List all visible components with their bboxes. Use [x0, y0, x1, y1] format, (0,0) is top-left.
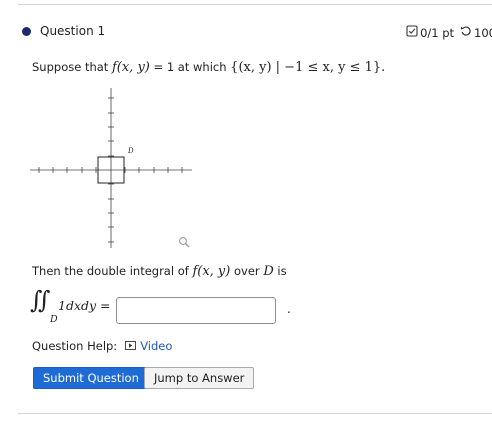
video-link-label: Video	[140, 339, 173, 353]
question-status-dot	[22, 27, 31, 36]
prompt-region: D	[263, 264, 274, 279]
statement-function: f(x, y)	[111, 60, 150, 75]
prompt-function: f(x, y)	[192, 264, 231, 279]
integrand: 1dxdy =	[58, 298, 111, 313]
submit-question-button[interactable]: Submit Question	[33, 367, 149, 389]
video-link[interactable]: Video	[125, 339, 172, 353]
top-divider	[18, 4, 492, 5]
prompt-suffix: is	[273, 264, 287, 278]
statement-set: {(x, y) | −1 ≤ x, y ≤ 1}.	[230, 60, 386, 75]
answer-period: .	[287, 302, 291, 316]
statement-prefix: Suppose that	[32, 60, 112, 74]
question-help: Question Help: Video	[32, 339, 172, 353]
integral-prompt: Then the double integral of f(x, y) over…	[32, 264, 287, 279]
double-integral-expression: ∬ D 1dxdy =	[30, 286, 120, 330]
prompt-middle: over	[230, 264, 264, 278]
question-score: 0/1 pt 100	[406, 25, 492, 40]
checkbox-icon	[406, 25, 418, 40]
retry-text: 100	[474, 25, 492, 40]
help-label: Question Help:	[32, 339, 118, 353]
question-statement: Suppose that f(x, y) = 1 at which {(x, y…	[32, 60, 385, 75]
prompt-prefix: Then the double integral of	[32, 264, 193, 278]
retry-icon[interactable]	[460, 25, 472, 40]
statement-equals: = 1 at which	[149, 60, 231, 74]
answer-input[interactable]	[116, 297, 276, 324]
question-header: Question 1 0/1 pt 100	[20, 22, 492, 42]
video-icon	[125, 339, 137, 353]
jump-to-answer-button[interactable]: Jump to Answer	[144, 367, 255, 389]
score-text: 0/1 pt	[420, 25, 455, 40]
region-label: D	[127, 147, 134, 155]
question-title: Question 1	[40, 24, 106, 38]
integral-subscript: D	[50, 314, 58, 325]
region-graph: D	[30, 88, 192, 248]
magnify-icon[interactable]	[178, 236, 190, 251]
double-integral-sign: ∬	[30, 286, 51, 314]
bottom-divider	[18, 413, 492, 414]
